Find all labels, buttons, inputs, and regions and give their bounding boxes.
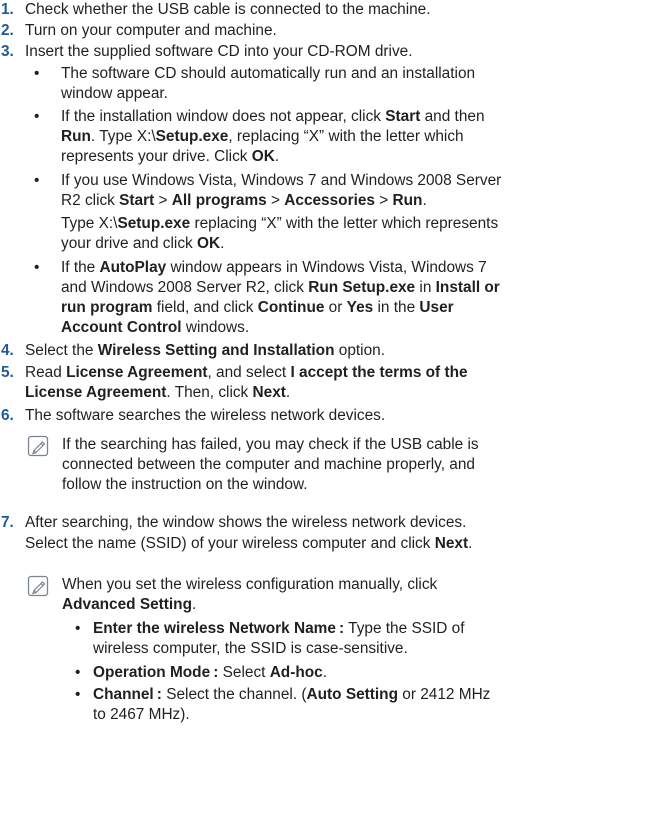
bold-term: Channel : (93, 686, 162, 703)
step-text: Insert the supplied software CD into you… (25, 42, 412, 62)
step-text: After searching, the window shows the wi… (25, 513, 472, 554)
bullet-line: If you use Windows Vista, Windows 7 and … (61, 172, 502, 189)
bullet-text: If you use Windows Vista, Windows 7 and … (61, 171, 501, 254)
bold-term: License Agreement (25, 384, 167, 401)
step-line: After searching, the window shows the wi… (25, 514, 467, 531)
bullet-dot: • (75, 620, 81, 637)
bold-term: All programs (171, 192, 267, 209)
bullet-line: Channel : Select the channel. (Auto Sett… (93, 686, 491, 703)
bold-term: Auto Setting (306, 686, 398, 703)
step-number: 5. (1, 364, 14, 381)
step-text: The software searches the wireless netwo… (25, 406, 385, 426)
step-number: 7. (1, 514, 14, 531)
bullet-line: to 2467 MHz). (93, 706, 190, 723)
step-number: 6. (1, 407, 14, 424)
step-number: 3. (1, 43, 14, 60)
bold-term: I accept the terms of the (290, 364, 468, 381)
bold-term: Continue (257, 299, 325, 316)
bullet-dot: • (34, 108, 40, 125)
bold-term: Next (434, 535, 469, 552)
note-line: If the searching has failed, you may che… (62, 436, 479, 453)
bullet-line: your drive and click OK. (61, 235, 225, 252)
bold-term: Yes (346, 299, 374, 316)
bold-term: Accessories (284, 192, 375, 209)
bullet-dot: • (34, 259, 40, 276)
bullet-text: The software CD should automatically run… (61, 64, 475, 104)
bold-term: AutoPlay (99, 259, 167, 276)
note-text: When you set the wireless configuration … (62, 575, 437, 615)
bold-term: Setup.exe (155, 128, 229, 145)
step-line: Turn on your computer and machine. (25, 22, 277, 39)
bullet-line: Type X:\Setup.exe replacing “X” with the… (61, 215, 499, 232)
step-text: Select the Wireless Setting and Installa… (25, 341, 385, 361)
bullet-text: If the AutoPlay window appears in Window… (61, 258, 500, 338)
note-pencil-icon (27, 575, 49, 597)
bullet-line: represents your drive. Click OK. (61, 148, 280, 165)
bullet-line: Run. Type X:\Setup.exe, replacing “X” wi… (61, 128, 464, 145)
bullet-dot: • (34, 65, 40, 82)
bullet-line: If the AutoPlay window appears in Window… (61, 259, 487, 276)
bullet-text: Operation Mode : Select Ad-hoc. (93, 663, 327, 683)
step-line: Check whether the USB cable is connected… (25, 1, 431, 18)
bullet-line: If the installation window does not appe… (61, 108, 485, 125)
note-text: If the searching has failed, you may che… (62, 435, 479, 495)
bullet-line: wireless computer, the SSID is case-sens… (93, 640, 408, 657)
bullet-dot: • (75, 686, 81, 703)
step-line: Read License Agreement, and select I acc… (25, 364, 468, 381)
note-line: Advanced Setting. (62, 596, 197, 613)
bold-term: Advanced Setting (62, 596, 192, 613)
step-line: Select the Wireless Setting and Installa… (25, 342, 385, 359)
bold-term: Setup.exe (117, 215, 191, 232)
bullet-line: Enter the wireless Network Name : Type t… (93, 620, 465, 637)
step-line: Select the name (SSID) of your wireless … (25, 535, 473, 552)
step-number: 2. (1, 22, 14, 39)
bullet-text: Enter the wireless Network Name : Type t… (93, 619, 465, 659)
bold-term: OK (197, 235, 221, 252)
note-line: connected between the computer and machi… (62, 456, 475, 473)
bold-term: Start (385, 108, 421, 125)
bold-term: User (419, 299, 454, 316)
bullet-line: Account Control windows. (61, 319, 250, 336)
bold-term: Account Control (61, 319, 182, 336)
bullet-line: R2 click Start > All programs > Accessor… (61, 192, 427, 209)
note-line: follow the instruction on the window. (62, 476, 308, 493)
step-text: Turn on your computer and machine. (25, 21, 277, 41)
bullet-text: Channel : Select the channel. (Auto Sett… (93, 685, 490, 725)
note-line: When you set the wireless configuration … (62, 576, 438, 593)
bold-term: Start (119, 192, 155, 209)
step-line: Insert the supplied software CD into you… (25, 43, 413, 60)
bullet-line: window appear. (61, 85, 168, 102)
bullet-line: Operation Mode : Select Ad-hoc. (93, 664, 327, 681)
bullet-text: If the installation window does not appe… (61, 107, 485, 167)
bullet-dot: • (34, 172, 40, 189)
bullet-line: and Windows 2008 Server R2, click Run Se… (61, 279, 500, 296)
step-line: License Agreement. Then, click Next. (25, 384, 291, 401)
note-pencil-icon (27, 435, 49, 457)
bold-term: Run (61, 128, 91, 145)
bold-term: Next (252, 384, 286, 401)
bold-term: Ad-hoc (269, 664, 323, 681)
step-number: 4. (1, 342, 14, 359)
bold-term: OK (251, 148, 275, 165)
bullet-line: The software CD should automatically run… (61, 65, 476, 82)
bold-term: Run (392, 192, 423, 209)
bold-term: Enter the wireless Network Name : (93, 620, 345, 637)
step-number: 1. (1, 1, 14, 18)
bold-term: Wireless Setting and Installation (97, 342, 335, 359)
bold-term: Install or (435, 279, 500, 296)
step-text: Read License Agreement, and select I acc… (25, 363, 468, 403)
bullet-line: run program field, and click Continue or… (61, 299, 454, 316)
step-line: The software searches the wireless netwo… (25, 407, 386, 424)
instruction-page: 1. Check whether the USB cable is connec… (0, 0, 645, 825)
bold-term: run program (61, 299, 153, 316)
bold-term: Operation Mode : (93, 664, 219, 681)
bullet-dot: • (75, 664, 81, 681)
step-text: Check whether the USB cable is connected… (25, 0, 431, 20)
bold-term: Run Setup.exe (308, 279, 416, 296)
bold-term: License Agreement (66, 364, 208, 381)
